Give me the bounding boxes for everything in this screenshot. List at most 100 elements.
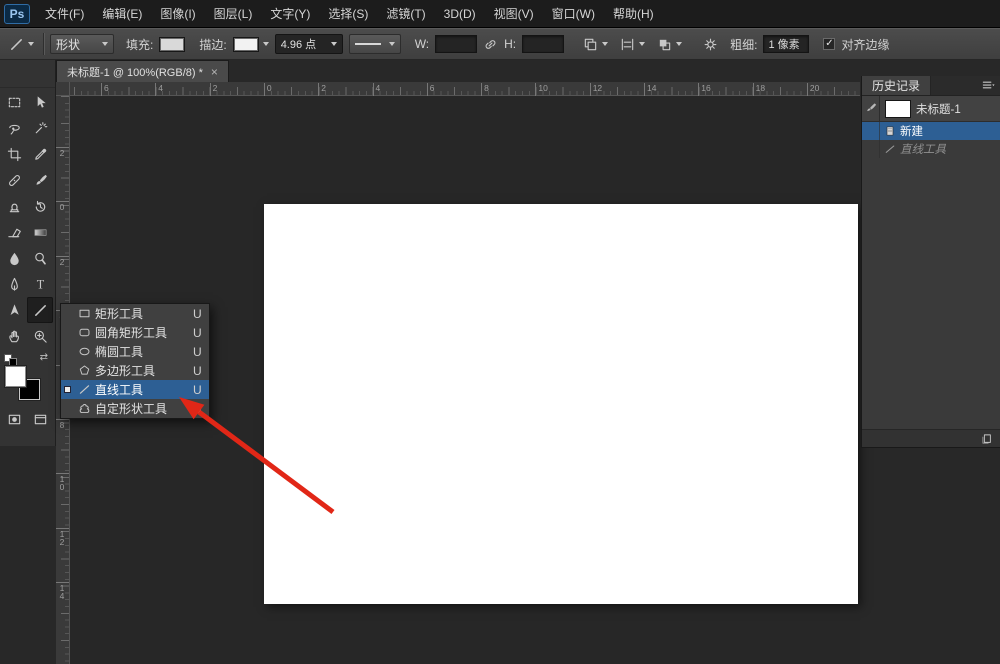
- ruler-origin-corner[interactable]: [56, 82, 70, 96]
- tool-button[interactable]: [1, 115, 27, 141]
- flyout-menu-item[interactable]: 矩形工具 U: [61, 304, 209, 323]
- stroke-width-input[interactable]: 4.96 点: [275, 34, 343, 54]
- menu-item[interactable]: 文字(Y): [261, 0, 319, 27]
- menu-item[interactable]: 文件(F): [36, 0, 93, 27]
- history-snapshot-row[interactable]: 未标题-1: [862, 96, 1000, 122]
- tool-button[interactable]: [1, 89, 27, 115]
- tool-button[interactable]: [1, 297, 27, 323]
- svg-text:T: T: [36, 277, 44, 291]
- menu-item[interactable]: 滤镜(T): [377, 0, 434, 27]
- history-state-row[interactable]: 新建: [862, 122, 1000, 140]
- document-tab[interactable]: 未标题-1 @ 100%(RGB/8) * ×: [56, 60, 229, 82]
- screen-mode-button[interactable]: [27, 406, 53, 432]
- stroke-swatch[interactable]: [233, 37, 259, 52]
- flyout-menu-item[interactable]: 多边形工具 U: [61, 361, 209, 380]
- link-dimensions-icon[interactable]: [483, 37, 498, 52]
- canvas[interactable]: [264, 204, 858, 604]
- flyout-menu-item[interactable]: 圆角矩形工具 U: [61, 323, 209, 342]
- flyout-menu-item[interactable]: 椭圆工具 U: [61, 342, 209, 361]
- hand-icon: [7, 329, 22, 344]
- lasso-icon: [7, 121, 22, 136]
- history-panel-tab[interactable]: 历史记录: [862, 76, 931, 95]
- history-state-row[interactable]: 直线工具: [862, 140, 1000, 158]
- caret-down-icon: [102, 42, 108, 46]
- menu-item[interactable]: 3D(D): [435, 0, 485, 27]
- align-edges-checkbox[interactable]: [823, 38, 835, 50]
- tool-preset-picker[interactable]: [6, 33, 37, 55]
- stroke-style-select[interactable]: [349, 34, 401, 54]
- type-icon: T: [33, 277, 48, 292]
- menu-item[interactable]: 编辑(E): [93, 0, 151, 27]
- tool-button[interactable]: [27, 141, 53, 167]
- dodge-icon: [33, 251, 48, 266]
- path-alignment-button[interactable]: [617, 34, 648, 54]
- tool-button[interactable]: [1, 193, 27, 219]
- stroke-width-value: 4.96 点: [281, 36, 316, 52]
- tool-button[interactable]: [27, 323, 53, 349]
- tool-button[interactable]: [27, 89, 53, 115]
- new-document-from-state-icon[interactable]: [981, 433, 993, 445]
- current-tool-indicator: [61, 323, 74, 342]
- tool-button[interactable]: [27, 219, 53, 245]
- eraser-icon: [7, 225, 22, 240]
- panel-tab-bar: 历史记录: [862, 76, 1000, 96]
- toolbox: T ⇄: [0, 60, 56, 446]
- history-brush-source-box[interactable]: [862, 96, 880, 121]
- state-line-icon: [880, 143, 900, 155]
- history-panel-title: 历史记录: [872, 77, 920, 94]
- tool-button[interactable]: [1, 167, 27, 193]
- height-input[interactable]: [522, 35, 564, 53]
- tool-mode-select[interactable]: 形状: [50, 34, 114, 54]
- history-panel-footer: [862, 429, 1000, 447]
- foreground-color-swatch[interactable]: [5, 366, 26, 387]
- toolbox-grip[interactable]: [0, 60, 55, 88]
- geometry-options-gear-icon[interactable]: [703, 37, 718, 52]
- horizontal-ruler[interactable]: 64202468101214161820: [70, 82, 860, 96]
- path-operations-icon: [583, 37, 598, 52]
- tool-button[interactable]: [27, 245, 53, 271]
- tool-button[interactable]: [1, 323, 27, 349]
- stroke-swatch-picker[interactable]: [233, 37, 269, 52]
- fill-label: 填充:: [126, 36, 153, 53]
- weight-input[interactable]: 1 像素: [763, 35, 809, 53]
- flyout-menu-item[interactable]: 直线工具 U: [61, 380, 209, 399]
- tool-button[interactable]: [27, 193, 53, 219]
- zoom-icon: [33, 329, 48, 344]
- ruler-number: 0: [267, 83, 272, 93]
- panel-menu-icon[interactable]: [976, 76, 1000, 95]
- history-source-box[interactable]: [862, 140, 880, 158]
- tool-button[interactable]: [1, 219, 27, 245]
- shape-tool-flyout-menu: 矩形工具 U 圆角矩形工具 U 椭圆工具 U 多边形工具 U 直线工具 U: [60, 303, 210, 419]
- menu-item[interactable]: 图像(I): [151, 0, 204, 27]
- tool-button[interactable]: T: [27, 271, 53, 297]
- fill-swatch[interactable]: [159, 37, 185, 52]
- menu-item[interactable]: 视图(V): [485, 0, 543, 27]
- path-operations-button[interactable]: [580, 34, 611, 54]
- ruler-number: 4: [376, 83, 381, 93]
- flyout-menu-item[interactable]: 自定形状工具 U: [61, 399, 209, 418]
- history-source-box[interactable]: [862, 122, 880, 140]
- tool-button[interactable]: [1, 141, 27, 167]
- current-tool-indicator: [61, 399, 74, 418]
- close-tab-icon[interactable]: ×: [211, 65, 218, 79]
- menu-item[interactable]: 图层(L): [205, 0, 262, 27]
- path-arrangement-button[interactable]: [654, 34, 685, 54]
- menu-item[interactable]: 帮助(H): [604, 0, 663, 27]
- flyout-item-label: 椭圆工具: [95, 343, 193, 360]
- tool-button[interactable]: [27, 167, 53, 193]
- tool-button[interactable]: [1, 245, 27, 271]
- tool-button[interactable]: [27, 297, 53, 323]
- tool-button[interactable]: [27, 115, 53, 141]
- menu-item[interactable]: 选择(S): [319, 0, 377, 27]
- width-input[interactable]: [435, 35, 477, 53]
- quick-selection-icon: [33, 121, 48, 136]
- menu-item[interactable]: 窗口(W): [543, 0, 604, 27]
- path-arrangement-icon: [657, 37, 672, 52]
- options-bar: 形状 填充: 描边: 4.96 点 W: H: 粗细: 1 像素 对齐边缘: [0, 28, 1000, 60]
- caret-down-icon: [331, 42, 337, 46]
- caret-down-icon: [389, 42, 395, 46]
- tool-button[interactable]: [1, 271, 27, 297]
- quick-mask-button[interactable]: [1, 406, 27, 432]
- default-colors-icon[interactable]: [4, 354, 20, 366]
- swap-colors-icon[interactable]: ⇄: [40, 352, 48, 363]
